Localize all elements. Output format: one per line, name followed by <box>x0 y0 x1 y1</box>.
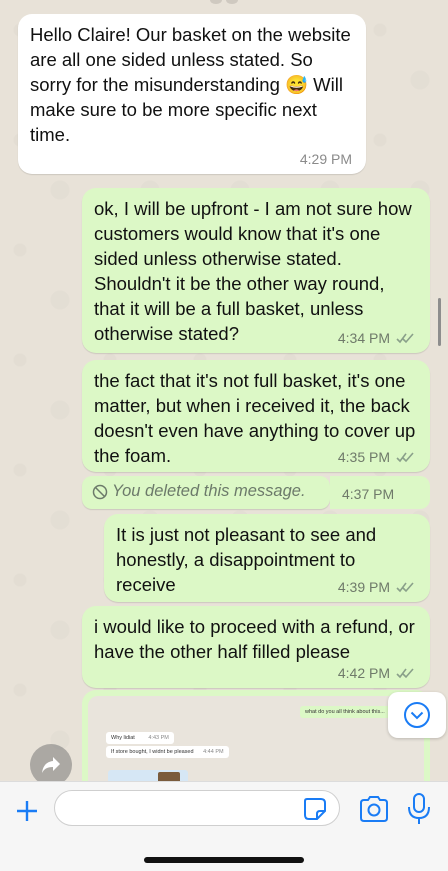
home-indicator[interactable] <box>144 857 304 863</box>
double-check-icon <box>396 582 414 593</box>
message-bubble-outgoing[interactable]: i would like to proceed with a refund, o… <box>82 606 430 688</box>
preview-line: If store bought, I widnt be pleased 4:44… <box>106 746 229 758</box>
message-bubble-outgoing[interactable]: It is just not pleasant to see and hones… <box>104 514 430 602</box>
message-meta: 4:34 PM <box>338 330 416 346</box>
forward-icon <box>42 757 60 773</box>
preview-line: Why lidiat 4:43 PM <box>106 732 174 744</box>
chevron-down-icon <box>404 702 430 728</box>
message-bubble-outgoing[interactable]: ok, I will be upfront - I am not sure ho… <box>82 188 430 353</box>
top-edge <box>0 0 448 6</box>
message-meta: 4:42 PM <box>338 665 416 681</box>
message-time: 4:34 PM <box>337 330 390 346</box>
deleted-message-text: You deleted this message. <box>112 482 306 500</box>
attach-button[interactable] <box>10 794 44 828</box>
preview-line: what do you all think about this... <box>300 706 390 718</box>
plus-icon <box>17 801 37 821</box>
deleted-message-time-area: 4:37 PM <box>330 476 430 509</box>
message-meta: 4:35 PM <box>338 449 416 465</box>
message-time: 4:37 PM <box>342 486 395 502</box>
forward-button[interactable] <box>30 744 72 786</box>
camera-icon[interactable] <box>358 794 390 824</box>
scrollbar-thumb[interactable] <box>438 298 441 346</box>
double-check-icon <box>396 668 414 679</box>
message-bubble-incoming[interactable]: Hello Claire! Our basket on the website … <box>18 14 366 174</box>
image-message-bubble[interactable]: what do you all think about this... Why … <box>82 690 430 790</box>
indicator-dot <box>226 0 238 4</box>
message-time: 4:35 PM <box>337 449 390 465</box>
message-text: i would like to proceed with a refund, o… <box>94 616 415 662</box>
ban-icon <box>92 484 108 500</box>
message-text: ok, I will be upfront - I am not sure ho… <box>94 198 412 344</box>
message-time: 4:42 PM <box>337 665 390 681</box>
message-time: 4:39 PM <box>337 579 390 595</box>
message-input[interactable] <box>54 790 340 826</box>
double-check-icon <box>396 452 414 463</box>
double-check-icon <box>396 333 414 344</box>
message-bubble-outgoing[interactable]: the fact that it's not full basket, it's… <box>82 360 430 472</box>
deleted-message-bubble[interactable]: You deleted this message. <box>82 476 330 509</box>
message-input-bar <box>0 781 448 871</box>
scroll-down-button[interactable] <box>388 692 446 738</box>
message-meta: 4:29 PM <box>300 151 352 167</box>
sticker-icon[interactable] <box>302 796 328 822</box>
indicator-dot <box>210 0 222 4</box>
message-meta: 4:39 PM <box>338 579 416 595</box>
message-time: 4:29 PM <box>299 151 352 167</box>
message-text: Hello Claire! Our basket on the website … <box>30 24 351 145</box>
microphone-icon[interactable] <box>404 792 434 826</box>
image-preview[interactable]: what do you all think about this... Why … <box>88 696 424 790</box>
